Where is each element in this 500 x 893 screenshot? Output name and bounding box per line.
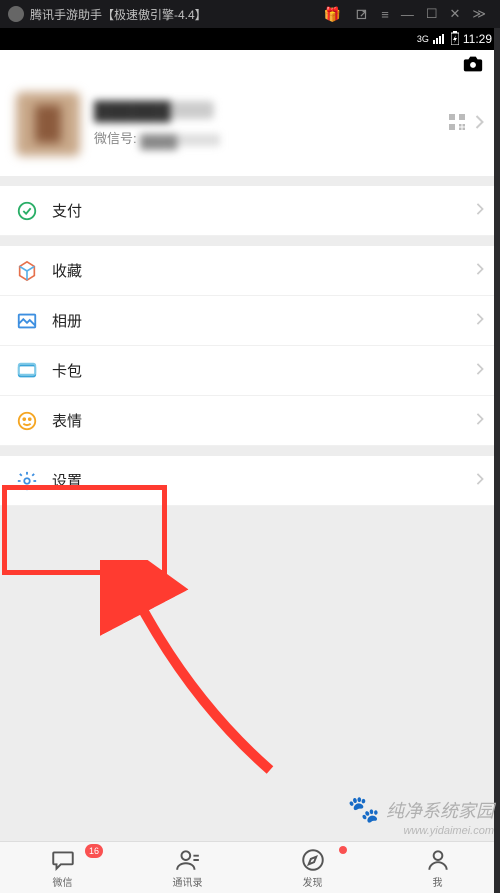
- menu-favorites[interactable]: 收藏: [0, 246, 500, 296]
- settings-icon: [16, 470, 38, 492]
- emulator-title: 腾讯手游助手【极速傲引擎-4.4】: [30, 6, 316, 23]
- tab-bar: 16 微信 通讯录 发现 我: [0, 841, 500, 893]
- emulator-right-edge: [494, 28, 500, 893]
- minimize-icon[interactable]: —: [395, 7, 420, 22]
- menu-album-label: 相册: [52, 310, 476, 331]
- network-icon: 3G: [417, 34, 429, 44]
- emulator-logo-icon: [8, 6, 24, 22]
- emoji-icon: [16, 410, 38, 432]
- chevron-right-icon: [476, 472, 484, 490]
- tab-me[interactable]: 我: [375, 842, 500, 893]
- chevron-right-icon: [476, 202, 484, 220]
- app-surface: ██████ 微信号: ████ 支付 收藏: [0, 50, 500, 893]
- menu-album[interactable]: 相册: [0, 296, 500, 346]
- battery-icon: [451, 31, 459, 48]
- pay-icon: [16, 200, 38, 222]
- gift-icon[interactable]: 🎁: [324, 6, 341, 23]
- watermark-title: 纯净系统家园: [386, 797, 494, 823]
- menu-emoji[interactable]: 表情: [0, 396, 500, 446]
- paw-icon: 🐾: [348, 794, 380, 825]
- album-icon: [16, 310, 38, 332]
- menu-pay[interactable]: 支付: [0, 186, 500, 236]
- annotation-arrow: [100, 560, 300, 785]
- menu-pay-label: 支付: [52, 200, 476, 221]
- wechat-id-row: 微信号: ████: [94, 128, 449, 147]
- chevron-right-icon: [476, 262, 484, 280]
- expand-icon[interactable]: ≫: [466, 6, 492, 22]
- me-icon: [425, 847, 451, 873]
- nickname-text: ██████: [94, 101, 214, 119]
- profile-info: ██████ 微信号: ████: [94, 101, 449, 147]
- menu-cards-label: 卡包: [52, 360, 476, 381]
- favorites-icon: [16, 260, 38, 282]
- chevron-right-icon: [475, 115, 484, 134]
- badge-count: 16: [85, 844, 103, 858]
- badge-dot: [339, 846, 347, 854]
- external-icon[interactable]: [349, 6, 375, 22]
- wechat-id-label: 微信号:: [94, 131, 137, 146]
- discover-icon: [300, 847, 326, 873]
- chevron-right-icon: [476, 412, 484, 430]
- menu-favorites-label: 收藏: [52, 260, 476, 281]
- watermark-url: www.yidaimei.com: [348, 825, 494, 837]
- profile-right-icons: [449, 114, 484, 135]
- contacts-icon: [175, 847, 201, 873]
- chat-icon: [50, 847, 76, 873]
- tab-contacts-label: 通讯录: [173, 874, 203, 889]
- menu-emoji-label: 表情: [52, 410, 476, 431]
- section-gap: [0, 236, 500, 246]
- menu-settings-label: 设置: [52, 470, 476, 491]
- android-statusbar: 3G 11:29: [0, 28, 500, 50]
- tab-me-label: 我: [433, 874, 443, 889]
- clock-text: 11:29: [463, 32, 492, 46]
- close-icon[interactable]: ✕: [443, 6, 466, 22]
- menu-icon[interactable]: ≡: [375, 7, 395, 22]
- tab-discover-label: 发现: [303, 874, 323, 889]
- menu-cards[interactable]: 卡包: [0, 346, 500, 396]
- camera-icon[interactable]: [462, 53, 484, 80]
- cards-icon: [16, 360, 38, 382]
- tab-chat[interactable]: 16 微信: [0, 842, 125, 893]
- wechat-id-value: ████: [140, 134, 220, 146]
- qrcode-icon[interactable]: [449, 114, 465, 135]
- section-gap: [0, 176, 500, 186]
- signal-icon: [433, 32, 447, 47]
- menu-settings[interactable]: 设置: [0, 456, 500, 506]
- chevron-right-icon: [476, 362, 484, 380]
- avatar: [16, 92, 80, 156]
- tab-chat-label: 微信: [53, 874, 73, 889]
- tab-contacts[interactable]: 通讯录: [125, 842, 250, 893]
- emulator-titlebar: 腾讯手游助手【极速傲引擎-4.4】 🎁 ≡ — ☐ ✕ ≫: [0, 0, 500, 28]
- profile-card[interactable]: ██████ 微信号: ████: [0, 82, 500, 176]
- maximize-icon[interactable]: ☐: [420, 6, 444, 22]
- top-action-bar: [0, 50, 500, 82]
- section-gap: [0, 446, 500, 456]
- tab-discover[interactable]: 发现: [250, 842, 375, 893]
- chevron-right-icon: [476, 312, 484, 330]
- watermark: 🐾 纯净系统家园 www.yidaimei.com: [348, 794, 494, 837]
